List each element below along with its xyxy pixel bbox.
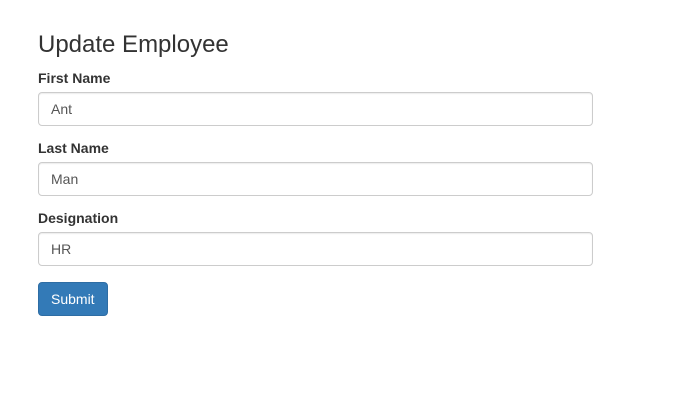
page: Update Employee First Name Last Name Des…: [0, 0, 684, 409]
last-name-label: Last Name: [38, 140, 109, 156]
submit-button[interactable]: Submit: [38, 282, 108, 316]
last-name-input[interactable]: [38, 162, 593, 196]
designation-label: Designation: [38, 210, 119, 226]
page-title: Update Employee: [38, 31, 229, 58]
last-name-group: Last Name: [38, 140, 593, 196]
first-name-label: First Name: [38, 70, 111, 86]
designation-group: Designation: [38, 210, 593, 266]
designation-input[interactable]: [38, 232, 593, 266]
update-employee-form: Update Employee First Name Last Name Des…: [38, 30, 593, 316]
first-name-input[interactable]: [38, 92, 593, 126]
first-name-group: First Name: [38, 70, 593, 126]
